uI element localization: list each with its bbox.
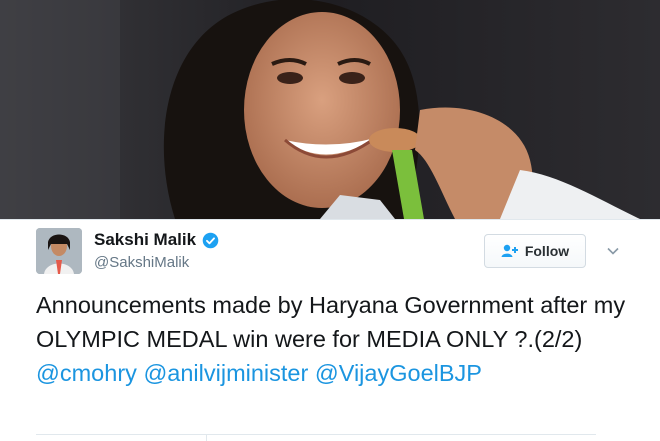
athlete-biting-medal-photo — [0, 0, 660, 219]
display-name[interactable]: Sakshi Malik — [94, 230, 196, 250]
avatar[interactable] — [36, 228, 82, 274]
follow-person-plus-icon — [501, 244, 518, 257]
mention-link[interactable]: @cmohry — [36, 360, 137, 386]
user-handle[interactable]: @SakshiMalik — [94, 254, 189, 271]
chevron-down-icon[interactable] — [606, 244, 620, 258]
follow-button-label: Follow — [524, 243, 570, 259]
header-photo — [0, 0, 660, 219]
follow-button[interactable]: Follow — [484, 234, 586, 268]
tweet-card: Sakshi Malik @SakshiMalik Follow Announc… — [0, 219, 660, 441]
tweet-body: Announcements made by Haryana Government… — [36, 292, 626, 352]
tweet-text: Announcements made by Haryana Government… — [36, 288, 636, 390]
divider — [36, 434, 596, 435]
verified-badge-icon — [202, 232, 219, 248]
mention-link[interactable]: @anilvijminister — [143, 360, 308, 386]
mention-link[interactable]: @VijayGoelBJP — [315, 360, 482, 386]
